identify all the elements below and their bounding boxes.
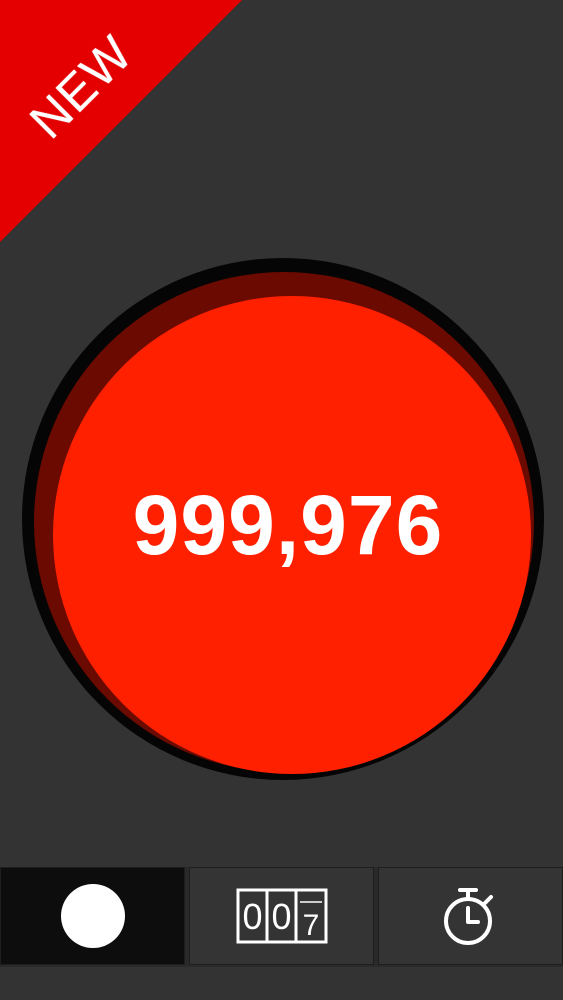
counter-tap-button[interactable]: 999,976 (53, 296, 531, 774)
tab-tap-counter[interactable] (0, 867, 185, 965)
digit-2: 0 (271, 896, 291, 937)
digit-counter-icon: 0 0 7 (236, 888, 327, 944)
new-ribbon: NEW (0, 0, 245, 245)
counter-value: 999,976 (132, 477, 444, 572)
tab-stopwatch[interactable] (378, 867, 563, 965)
bottom-strip (0, 967, 563, 1000)
tab-tally-counter[interactable]: 0 0 7 (189, 867, 374, 965)
bottom-tab-bar: 0 0 7 (0, 867, 563, 967)
digit-1: 0 (242, 896, 262, 937)
circle-dot-icon (60, 884, 125, 948)
app-screen: NEW 999,976 0 0 7 (0, 0, 563, 1000)
digit-3: 7 (302, 909, 319, 942)
stopwatch-icon (443, 888, 493, 945)
